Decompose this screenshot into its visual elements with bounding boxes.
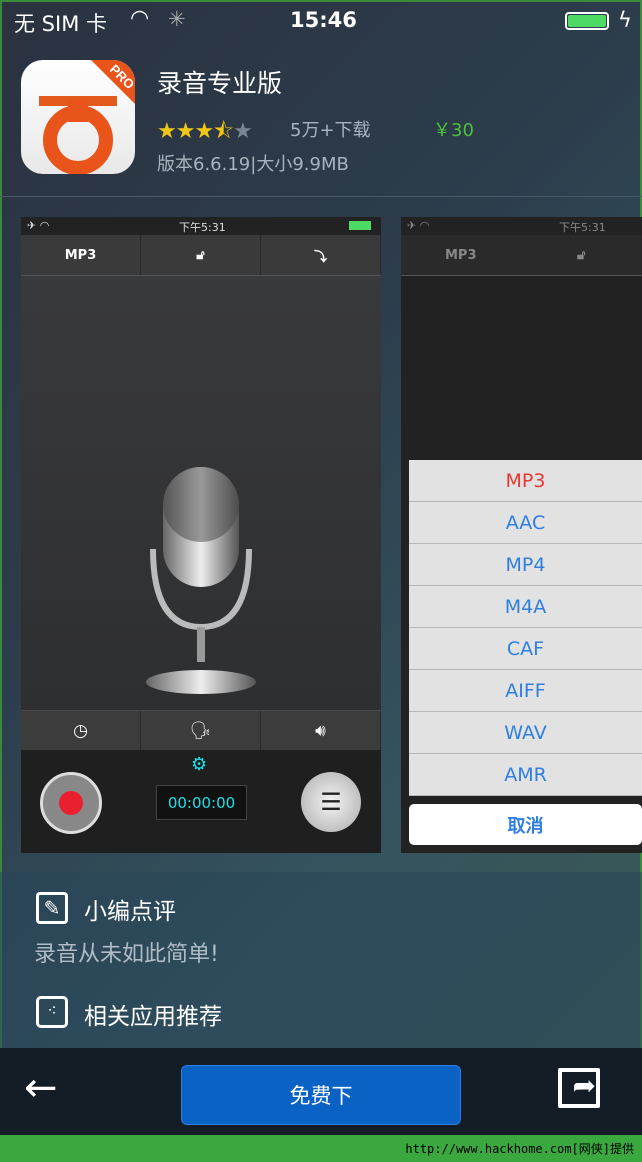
- speaker-icon: 🔊︎: [261, 711, 381, 750]
- option-mp3[interactable]: MP3: [409, 460, 642, 502]
- review-heading: 小编点评: [84, 899, 176, 925]
- carrier: 无 SIM 卡: [14, 12, 107, 36]
- charging-icon: ϟ: [618, 8, 632, 32]
- option-caf[interactable]: CAF: [409, 628, 642, 670]
- review-text: 录音从未如此简单!: [34, 942, 219, 967]
- download-count: 5万+下载: [290, 120, 371, 141]
- settings-gear-icon: ⚙: [191, 754, 208, 775]
- review-section: ✎ 小编点评 录音从未如此简单! ⁖ 相关应用推荐: [0, 872, 642, 1048]
- format-action-sheet: MP3 AAC MP4 M4A CAF AIFF WAV AMR 取消: [409, 460, 642, 845]
- price: ￥30: [433, 120, 474, 141]
- unlock-icon: 🔓︎: [141, 235, 261, 275]
- microphone-image: [146, 467, 256, 694]
- redo-arrow-icon: ⤵: [261, 235, 381, 275]
- app-icon: PRO: [21, 60, 135, 174]
- voice-icon: 🗣︎: [141, 711, 261, 750]
- activity-spinner-icon: ✳: [168, 7, 186, 31]
- watermark: http://www.hackhome.com[网侠]提供: [0, 1135, 642, 1162]
- clock: 15:46: [290, 8, 357, 32]
- screenshot-status-bar: ✈ ◠ 下午5:31: [21, 217, 381, 235]
- option-aiff[interactable]: AIFF: [409, 670, 642, 712]
- wifi-icon: ◠: [130, 6, 150, 31]
- screenshot-toolbar: MP3 🔓︎: [401, 235, 642, 276]
- battery-icon: [565, 12, 609, 30]
- rating-stars: ★★★⯪★: [157, 119, 253, 144]
- unlock-icon: 🔓︎: [522, 235, 642, 275]
- record-button[interactable]: [40, 772, 102, 834]
- cancel-button[interactable]: 取消: [409, 804, 642, 845]
- recording-controls: ⚙ 00:00:00 ☰: [21, 750, 381, 853]
- format-label: MP3: [21, 235, 141, 275]
- screenshot-bottom-toolbar: ◷ 🗣︎ 🔊︎: [21, 710, 381, 750]
- back-arrow-icon[interactable]: ←: [24, 1064, 58, 1112]
- screenshot-1[interactable]: ✈ ◠ 下午5:31 MP3 🔓︎ ⤵ ◷ 🗣︎ 🔊︎ ⚙ 00:00:00 ☰: [21, 217, 381, 853]
- screenshot-2[interactable]: ✈ ◠ 下午5:31 MP3 🔓︎ MP3 AAC MP4 M4A CAF AIFF…: [401, 217, 642, 853]
- clock-icon: ◷: [21, 711, 141, 750]
- list-button[interactable]: ☰: [301, 772, 361, 832]
- option-wav[interactable]: WAV: [409, 712, 642, 754]
- timer-display: 00:00:00: [156, 785, 247, 820]
- version-size: 版本6.6.19|大小9.9MB: [157, 154, 349, 175]
- format-label: MP3: [401, 235, 522, 275]
- share-icon[interactable]: ➦: [558, 1068, 600, 1108]
- status-bar: 无 SIM 卡 ◠ ✳ 15:46 ϟ: [0, 0, 642, 42]
- download-button[interactable]: 免费下: [181, 1065, 461, 1125]
- screenshot-status-bar: ✈ ◠ 下午5:31: [401, 217, 642, 235]
- related-apps-link[interactable]: 相关应用推荐: [84, 997, 222, 1031]
- option-aac[interactable]: AAC: [409, 502, 642, 544]
- edit-pencil-icon: ✎: [36, 892, 68, 924]
- option-mp4[interactable]: MP4: [409, 544, 642, 586]
- option-m4a[interactable]: M4A: [409, 586, 642, 628]
- dice-icon: ⁖: [36, 996, 68, 1028]
- screenshot-toolbar: MP3 🔓︎ ⤵: [21, 235, 381, 276]
- option-amr[interactable]: AMR: [409, 754, 642, 796]
- app-title: 录音专业版: [157, 69, 283, 98]
